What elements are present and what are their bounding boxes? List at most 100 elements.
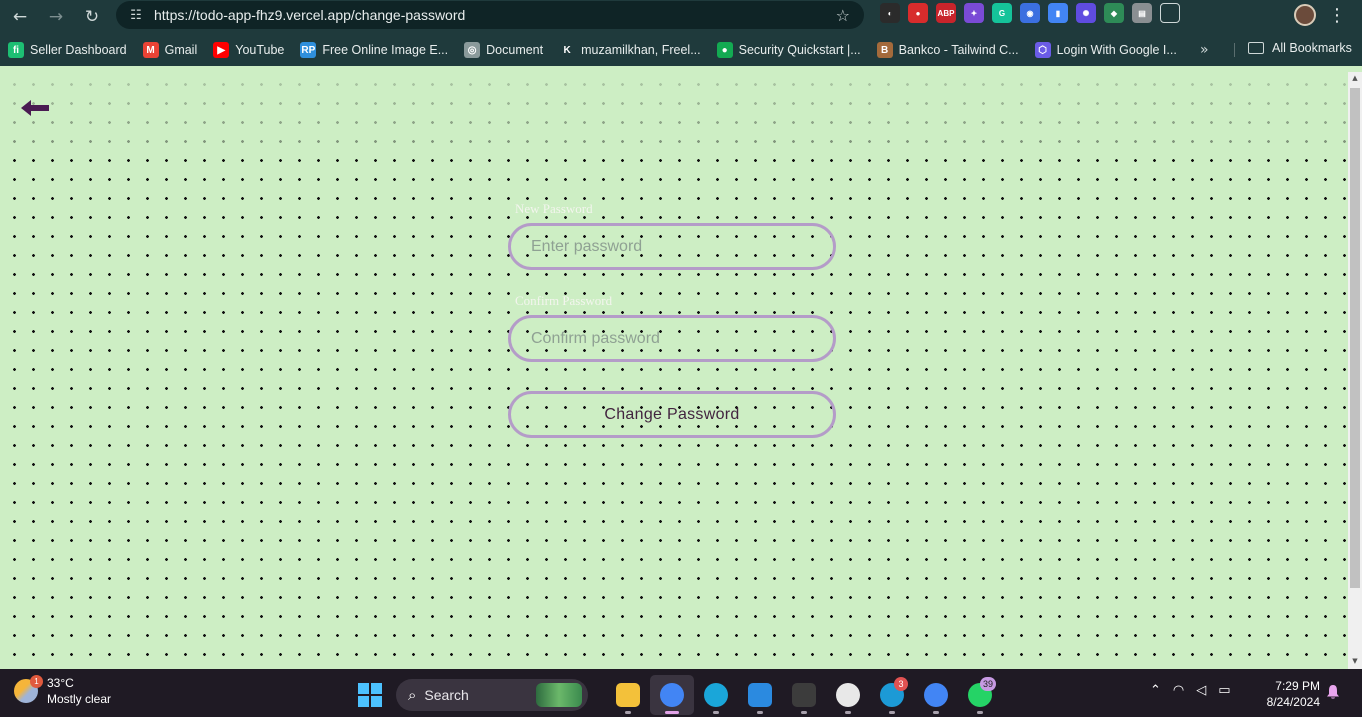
bookmark-item[interactable]: fi Seller Dashboard bbox=[8, 42, 127, 58]
bookmark-item[interactable]: ▶ YouTube bbox=[213, 42, 284, 58]
abp-icon[interactable]: ABP bbox=[936, 3, 956, 23]
site-settings-icon[interactable]: ☷ bbox=[122, 8, 150, 23]
temperature: 33°C bbox=[47, 676, 74, 690]
more-bookmarks-icon[interactable]: » bbox=[1200, 42, 1209, 58]
taskbar-app[interactable] bbox=[650, 675, 694, 715]
bookmark-label: Seller Dashboard bbox=[30, 43, 127, 57]
running-indicator bbox=[933, 711, 939, 714]
bookmark-label: Login With Google I... bbox=[1056, 43, 1177, 57]
bookmark-item[interactable]: ◎ Document bbox=[464, 42, 543, 58]
printer-ext-icon[interactable]: ▤ bbox=[1132, 3, 1152, 23]
all-bookmarks-button[interactable]: All Bookmarks bbox=[1248, 41, 1352, 55]
circle-ext-icon[interactable]: ◐ bbox=[880, 3, 900, 23]
grammarly-icon[interactable]: G bbox=[992, 3, 1012, 23]
bookmark-item[interactable]: ⬡ Login With Google I... bbox=[1034, 42, 1177, 58]
all-bookmarks-label: All Bookmarks bbox=[1272, 41, 1352, 55]
bookmark-item[interactable]: M Gmail bbox=[142, 42, 198, 58]
hexagon-icon: ⬡ bbox=[1034, 42, 1051, 58]
notification-bell-icon[interactable] bbox=[1326, 684, 1340, 700]
extensions-puzzle-icon[interactable] bbox=[1160, 3, 1180, 23]
bookmark-item[interactable]: Kmuzamilkhan, Freel... bbox=[559, 42, 701, 58]
bookmark-label: Security Quickstart |... bbox=[738, 43, 861, 57]
top-fade-overlay bbox=[0, 72, 1348, 157]
new-password-input[interactable] bbox=[508, 223, 836, 270]
taskbar-app[interactable] bbox=[694, 675, 738, 715]
bookmark-item[interactable]: ● Security Quickstart |... bbox=[716, 42, 861, 58]
extensions-row: ◐ ● ABP ✦ G ◉ ▮ ✺ ◆ ▤ bbox=[880, 3, 1180, 23]
wifi-icon[interactable]: ◠ bbox=[1173, 683, 1184, 698]
system-tray: ⌃ ◠ ◁ ▭ bbox=[1150, 683, 1231, 698]
search-highlight-image bbox=[536, 683, 582, 707]
taskbar-app[interactable]: 3 bbox=[870, 675, 914, 715]
reload-icon[interactable]: ↻ bbox=[78, 3, 106, 31]
color-picker-icon[interactable]: ✦ bbox=[964, 3, 984, 23]
drive-ext-icon[interactable]: ◆ bbox=[1104, 3, 1124, 23]
blue-ext-icon[interactable]: ◉ bbox=[1020, 3, 1040, 23]
youtube-icon: ▶ bbox=[213, 42, 230, 58]
running-indicator bbox=[801, 711, 807, 714]
weather-widget[interactable]: 1 33°C Mostly clear bbox=[14, 675, 111, 707]
search-label: Search bbox=[424, 687, 469, 703]
menu-icon[interactable]: ⋮ bbox=[1328, 5, 1346, 26]
volume-icon[interactable]: ◁ bbox=[1196, 683, 1206, 698]
red-ext-icon[interactable]: ● bbox=[908, 3, 928, 23]
notification-badge: 3 bbox=[894, 677, 908, 691]
bookmark-star-icon[interactable]: ☆ bbox=[836, 6, 850, 25]
start-icon[interactable] bbox=[358, 683, 382, 707]
battery-icon[interactable]: ▭ bbox=[1218, 683, 1230, 698]
bookmark-label: muzamilkhan, Freel... bbox=[581, 43, 701, 57]
new-password-label: New Password bbox=[515, 201, 593, 216]
clock-date: 8/24/2024 bbox=[1266, 695, 1320, 709]
running-indicator bbox=[845, 711, 851, 714]
address-bar[interactable]: ☷ https://todo-app-fhz9.vercel.app/chang… bbox=[116, 1, 864, 29]
scroll-down-icon[interactable]: ▼ bbox=[1350, 657, 1360, 667]
running-indicator bbox=[977, 711, 983, 714]
weather-condition: Mostly clear bbox=[47, 692, 112, 706]
bookmark-label: Document bbox=[486, 43, 544, 57]
change-password-button[interactable]: Change Password bbox=[508, 391, 836, 438]
running-indicator bbox=[757, 711, 763, 714]
running-indicator bbox=[625, 711, 631, 714]
taskbar-app[interactable] bbox=[606, 675, 650, 715]
terminal-icon bbox=[792, 683, 816, 707]
taskbar-apps: ⌕ Search 3 39 bbox=[356, 675, 1002, 715]
weather-badge: 1 bbox=[30, 675, 43, 688]
system-clock[interactable]: 7:29 PM 8/24/2024 bbox=[1262, 678, 1320, 710]
windows-taskbar: 1 33°C Mostly clear ⌕ Search 3 39 ⌃ ◠ ◁ ▭… bbox=[0, 669, 1362, 717]
bankco-icon: B bbox=[876, 42, 893, 58]
sparkle-ext-icon[interactable]: ✺ bbox=[1076, 3, 1096, 23]
confirm-password-input[interactable] bbox=[508, 315, 836, 362]
chevron-up-icon[interactable]: ⌃ bbox=[1150, 683, 1161, 698]
back-icon[interactable]: ← bbox=[6, 3, 34, 31]
bookmarks-bar: fi Seller Dashboard M Gmail ▶ YouTube RP Free O… bbox=[0, 34, 1362, 66]
scroll-thumb[interactable] bbox=[1350, 88, 1360, 588]
weather-icon: 1 bbox=[14, 675, 43, 703]
page-scrollbar[interactable]: ▲ ▼ bbox=[1348, 72, 1362, 669]
confirm-password-label: Confirm Password bbox=[515, 293, 613, 308]
forward-icon[interactable]: → bbox=[42, 3, 70, 31]
taskbar-app[interactable] bbox=[738, 675, 782, 715]
gmail-icon: M bbox=[142, 42, 159, 58]
clock-time: 7:29 PM bbox=[1275, 679, 1320, 693]
document-ext-icon[interactable]: ▮ bbox=[1048, 3, 1068, 23]
scroll-up-icon[interactable]: ▲ bbox=[1350, 74, 1360, 84]
taskbar-app[interactable]: 39 bbox=[958, 675, 1002, 715]
running-indicator bbox=[713, 711, 719, 714]
bookmark-label: Gmail bbox=[164, 43, 198, 57]
page-viewport: New Password Confirm Password Change Pas… bbox=[0, 72, 1348, 669]
k-icon: K bbox=[559, 42, 576, 58]
bookmark-item[interactable]: B Bankco - Tailwind C... bbox=[876, 42, 1019, 58]
taskbar-app[interactable] bbox=[914, 675, 958, 715]
running-indicator bbox=[889, 711, 895, 714]
url-text[interactable]: https://todo-app-fhz9.vercel.app/change-… bbox=[154, 7, 465, 23]
bookmark-label: Free Online Image E... bbox=[322, 43, 449, 57]
taskbar-app[interactable] bbox=[782, 675, 826, 715]
taskbar-app[interactable] bbox=[826, 675, 870, 715]
bookmark-item[interactable]: RP Free Online Image E... bbox=[300, 42, 448, 58]
profile-avatar[interactable] bbox=[1294, 4, 1316, 26]
back-arrow-icon[interactable] bbox=[20, 98, 50, 118]
browser-toolbar: ← → ↻ ☷ https://todo-app-fhz9.vercel.app… bbox=[0, 0, 1362, 34]
taskbar-search[interactable]: ⌕ Search bbox=[396, 679, 588, 711]
globe-icon: ◎ bbox=[464, 42, 481, 58]
folder-icon bbox=[1248, 42, 1264, 54]
